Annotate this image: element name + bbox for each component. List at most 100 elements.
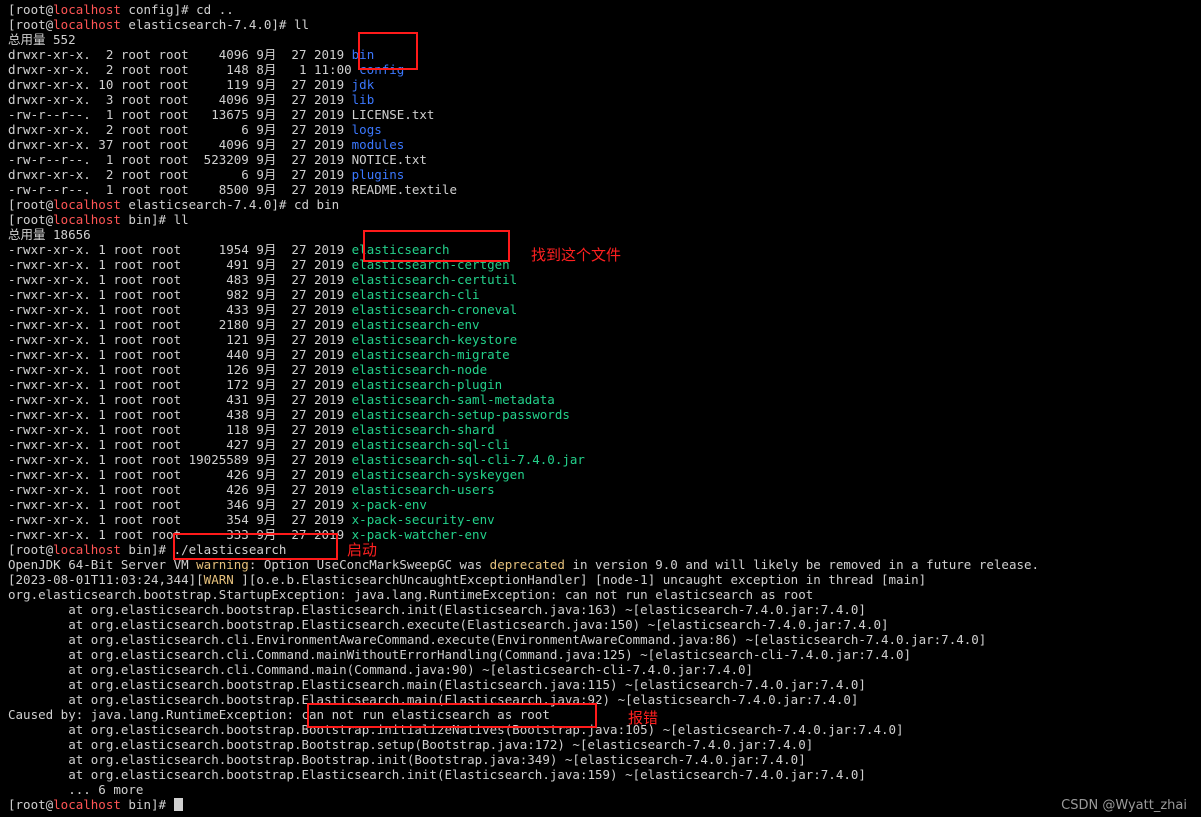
terminal-text: elasticsearch-cli	[351, 287, 480, 302]
terminal-line: [root@localhost bin]#	[8, 797, 1201, 812]
terminal-text: -rw-r--r--. 1 root root 8500 9月 27 2019 …	[8, 182, 457, 197]
highlight-start-command	[173, 533, 338, 560]
terminal-line: at org.elasticsearch.bootstrap.Elasticse…	[8, 692, 1201, 707]
terminal-line: Caused by: java.lang.RuntimeException: c…	[8, 707, 1201, 722]
terminal-text: elasticsearch-migrate	[351, 347, 510, 362]
terminal-text: [root@	[8, 17, 54, 32]
terminal-text: 总用量 552	[8, 32, 76, 47]
terminal-text: at org.elasticsearch.cli.Command.main(Co…	[8, 662, 754, 677]
terminal-text: jdk	[351, 77, 375, 92]
terminal-line: -rwxr-xr-x. 1 root root 438 9月 27 2019 e…	[8, 407, 1201, 422]
terminal-text: -rwxr-xr-x. 1 root root 427 9月 27 2019	[8, 437, 352, 452]
highlight-error-message	[307, 703, 597, 728]
terminal-line: ... 6 more	[8, 782, 1201, 797]
terminal-line: [root@localhost elasticsearch-7.4.0]# cd…	[8, 197, 1201, 212]
terminal-text: localhost	[53, 197, 121, 212]
terminal-text: -rwxr-xr-x. 1 root root 1954 9月 27 2019	[8, 242, 352, 257]
terminal-text: org.elasticsearch.bootstrap.StartupExcep…	[8, 587, 814, 602]
terminal-text: WARN	[203, 572, 234, 587]
terminal-text: -rw-r--r--. 1 root root 523209 9月 27 201…	[8, 152, 427, 167]
terminal-text: [2023-08-01T11:03:24,344][	[8, 572, 204, 587]
terminal-line: at org.elasticsearch.bootstrap.Elasticse…	[8, 602, 1201, 617]
terminal-output[interactable]: [root@localhost config]# cd .. [root@loca…	[8, 2, 1201, 817]
terminal-text: bin]#	[120, 797, 174, 812]
terminal-text: elasticsearch-certutil	[351, 272, 518, 287]
terminal-line: -rwxr-xr-x. 1 root root 121 9月 27 2019 e…	[8, 332, 1201, 347]
terminal-text: -rwxr-xr-x. 1 root root 433 9月 27 2019	[8, 302, 352, 317]
terminal-text: drwxr-xr-x. 10 root root 119 9月 27 2019	[8, 77, 352, 92]
terminal-text: -rwxr-xr-x. 1 root root 440 9月 27 2019	[8, 347, 352, 362]
terminal-line: at org.elasticsearch.bootstrap.Elasticse…	[8, 767, 1201, 782]
cursor-icon	[173, 798, 183, 811]
terminal-line: -rwxr-xr-x. 1 root root 126 9月 27 2019 e…	[8, 362, 1201, 377]
terminal-text: at org.elasticsearch.bootstrap.Elasticse…	[8, 617, 889, 632]
terminal-text: at org.elasticsearch.bootstrap.Bootstrap…	[8, 737, 814, 752]
terminal-text: [root@	[8, 797, 54, 812]
terminal-text: -rwxr-xr-x. 1 root root 491 9月 27 2019	[8, 257, 352, 272]
terminal-line: -rwxr-xr-x. 1 root root 431 9月 27 2019 e…	[8, 392, 1201, 407]
terminal-text: drwxr-xr-x. 37 root root 4096 9月 27 2019	[8, 137, 352, 152]
terminal-text: -rwxr-xr-x. 1 root root 126 9月 27 2019	[8, 362, 352, 377]
terminal-text: localhost	[53, 212, 121, 227]
terminal-text: x-pack-security-env	[351, 512, 495, 527]
terminal-text: at org.elasticsearch.cli.EnvironmentAwar…	[8, 632, 987, 647]
terminal-text: elasticsearch-setup-passwords	[351, 407, 570, 422]
terminal-line: -rwxr-xr-x. 1 root root 483 9月 27 2019 e…	[8, 272, 1201, 287]
terminal-text: -rwxr-xr-x. 1 root root 121 9月 27 2019	[8, 332, 352, 347]
terminal-text: -rw-r--r--. 1 root root 13675 9月 27 2019…	[8, 107, 435, 122]
terminal-text: -rwxr-xr-x. 1 root root 483 9月 27 2019	[8, 272, 352, 287]
terminal-line: [root@localhost bin]# ll	[8, 212, 1201, 227]
terminal-line: drwxr-xr-x. 10 root root 119 9月 27 2019 …	[8, 77, 1201, 92]
terminal-line: drwxr-xr-x. 2 root root 4096 9月 27 2019 …	[8, 47, 1201, 62]
terminal-text: plugins	[351, 167, 405, 182]
terminal-text: -rwxr-xr-x. 1 root root 426 9月 27 2019	[8, 482, 352, 497]
highlight-bin-dir	[358, 32, 418, 70]
terminal-line: drwxr-xr-x. 2 root root 6 9月 27 2019 log…	[8, 122, 1201, 137]
terminal-text: OpenJDK 64-Bit Server VM	[8, 557, 197, 572]
terminal-text: in version 9.0 and will likely be remove…	[564, 557, 1040, 572]
annotation-error: 报错	[628, 709, 659, 727]
terminal-line: at org.elasticsearch.cli.Command.main(Co…	[8, 662, 1201, 677]
terminal-line: at org.elasticsearch.bootstrap.Elasticse…	[8, 677, 1201, 692]
terminal-text: at org.elasticsearch.cli.Command.mainWit…	[8, 647, 912, 662]
terminal-line: -rwxr-xr-x. 1 root root 433 9月 27 2019 e…	[8, 302, 1201, 317]
terminal-line: at org.elasticsearch.bootstrap.Elasticse…	[8, 617, 1201, 632]
terminal-text: [root@	[8, 212, 54, 227]
terminal-text: elasticsearch-croneval	[351, 302, 518, 317]
terminal-line: drwxr-xr-x. 2 root root 148 8月 1 11:00 c…	[8, 62, 1201, 77]
terminal-text: elasticsearch-7.4.0]# cd bin	[120, 197, 340, 212]
terminal-text: ][o.e.b.ElasticsearchUncaughtExceptionHa…	[233, 572, 927, 587]
terminal-text: at org.elasticsearch.bootstrap.Bootstrap…	[8, 752, 806, 767]
terminal-text: 总用量 18656	[8, 227, 91, 242]
annotation-find-file: 找到这个文件	[531, 246, 622, 264]
terminal-line: -rw-r--r--. 1 root root 523209 9月 27 201…	[8, 152, 1201, 167]
terminal-text: localhost	[53, 542, 121, 557]
terminal-line: org.elasticsearch.bootstrap.StartupExcep…	[8, 587, 1201, 602]
terminal-text: localhost	[53, 797, 121, 812]
terminal-text: lib	[351, 92, 375, 107]
terminal-line: -rwxr-xr-x. 1 root root 426 9月 27 2019 e…	[8, 467, 1201, 482]
terminal-text: logs	[351, 122, 382, 137]
terminal-text: elasticsearch-plugin	[351, 377, 503, 392]
terminal-line: [root@localhost elasticsearch-7.4.0]# ll	[8, 17, 1201, 32]
terminal-line: -rw-r--r--. 1 root root 8500 9月 27 2019 …	[8, 182, 1201, 197]
terminal-text: [root@	[8, 542, 54, 557]
terminal-line: 总用量 552	[8, 32, 1201, 47]
terminal-text: at org.elasticsearch.bootstrap.Elasticse…	[8, 602, 866, 617]
terminal-text: at org.elasticsearch.bootstrap.Elasticse…	[8, 767, 866, 782]
terminal-text: elasticsearch-node	[351, 362, 488, 377]
terminal-text: bin]# ll	[120, 212, 189, 227]
terminal-line: at org.elasticsearch.cli.Command.mainWit…	[8, 647, 1201, 662]
terminal-text: -rwxr-xr-x. 1 root root 431 9月 27 2019	[8, 392, 352, 407]
terminal-line: at org.elasticsearch.bootstrap.Bootstrap…	[8, 722, 1201, 737]
terminal-text: drwxr-xr-x. 2 root root 6 9月 27 2019	[8, 122, 352, 137]
terminal-text: config]# cd ..	[120, 2, 234, 17]
terminal-text: -rwxr-xr-x. 1 root root 172 9月 27 2019	[8, 377, 352, 392]
terminal-text: ... 6 more	[8, 782, 144, 797]
terminal-text: drwxr-xr-x. 2 root root 6 9月 27 2019	[8, 167, 352, 182]
terminal-line: -rwxr-xr-x. 1 root root 346 9月 27 2019 x…	[8, 497, 1201, 512]
terminal-line: 总用量 18656	[8, 227, 1201, 242]
terminal-line: -rwxr-xr-x. 1 root root 172 9月 27 2019 e…	[8, 377, 1201, 392]
terminal-text: -rwxr-xr-x. 1 root root 982 9月 27 2019	[8, 287, 352, 302]
terminal-line: -rwxr-xr-x. 1 root root 982 9月 27 2019 e…	[8, 287, 1201, 302]
